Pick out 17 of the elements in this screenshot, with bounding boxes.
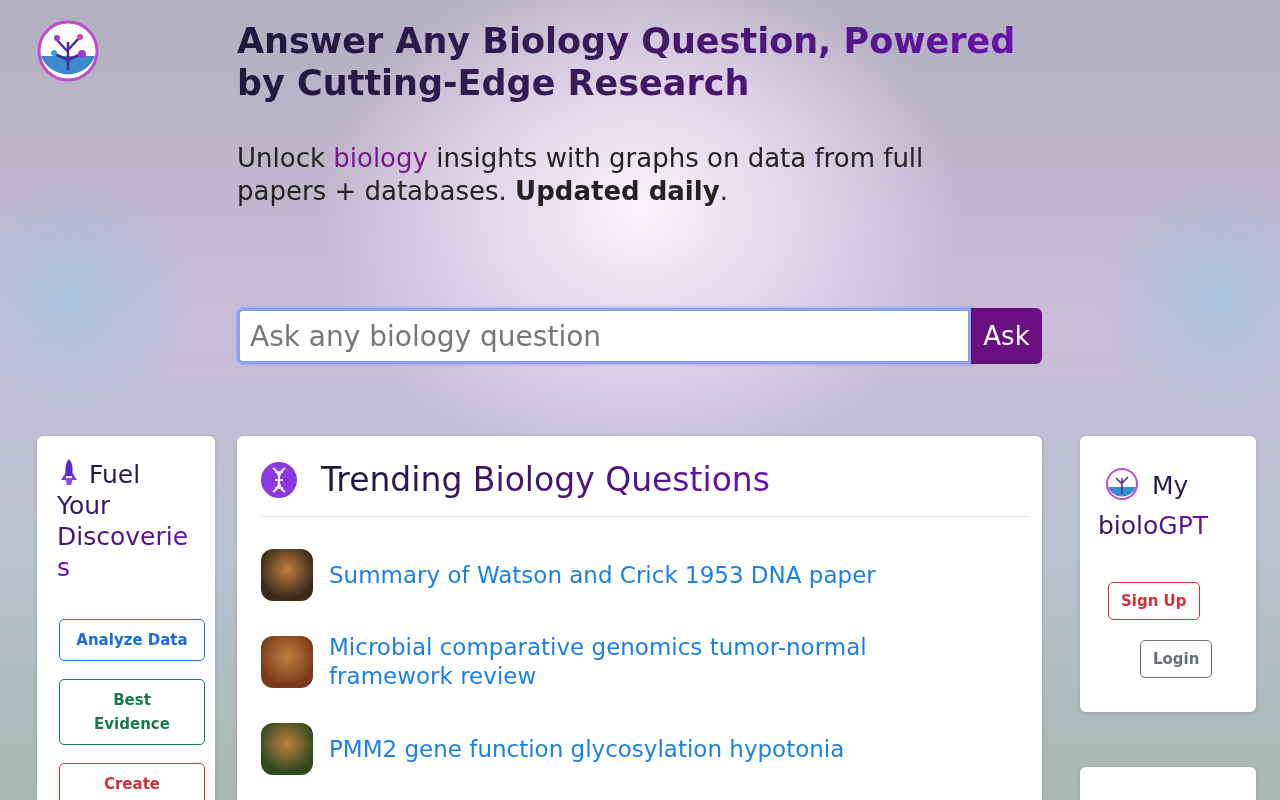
question-link[interactable]: PMM2 gene function glycosylation hypotonia	[329, 734, 929, 764]
action-button[interactable]: Analyze Data	[59, 619, 205, 661]
auth-button[interactable]: Login	[1140, 640, 1213, 678]
ask-button[interactable]: Ask	[971, 308, 1042, 364]
question-link[interactable]: Summary of Watson and Crick 1953 DNA paper	[329, 560, 929, 590]
action-button[interactable]: Best Evidence	[59, 679, 205, 745]
photo-placeholder	[261, 636, 313, 688]
photo-placeholder	[261, 549, 313, 601]
action-button[interactable]: Create	[59, 763, 205, 800]
question-input[interactable]: Ask any biology question	[237, 308, 971, 364]
tree-logo-icon[interactable]	[37, 20, 99, 82]
tree-logo-icon	[1106, 468, 1138, 500]
page-subtitle: Unlock biology insights with graphs on data from full papers + databases. Updated daily.	[237, 142, 925, 208]
auth-button[interactable]: Sign Up	[1108, 582, 1200, 620]
photo-placeholder	[261, 723, 313, 775]
question-link[interactable]: Microbial comparative genomics tumor-normal framework review	[329, 633, 929, 691]
dna-icon	[261, 462, 297, 498]
